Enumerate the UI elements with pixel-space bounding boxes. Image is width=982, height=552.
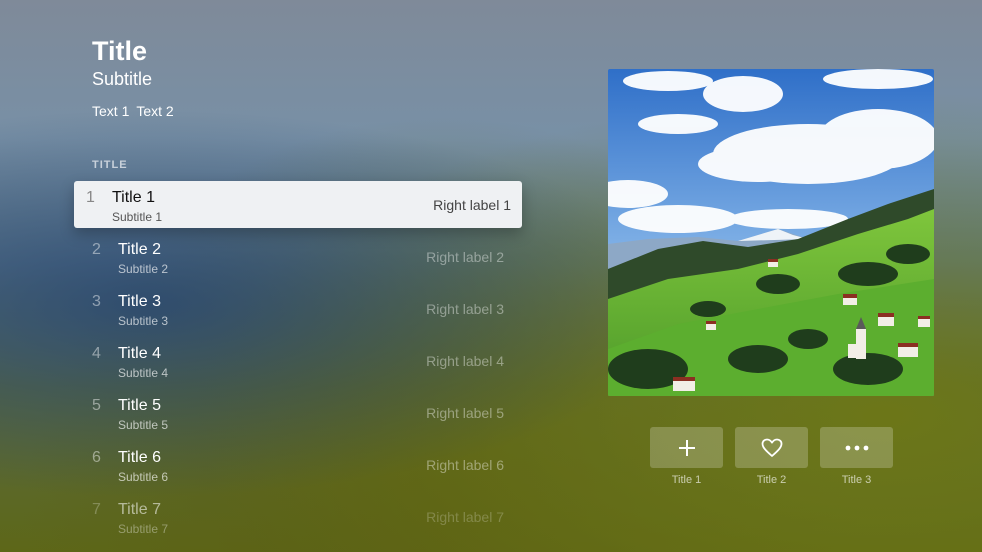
list-item-number: 2 [92, 241, 101, 258]
add-button[interactable] [650, 427, 723, 468]
favorite-button[interactable] [735, 427, 808, 468]
action-buttons: Title 1 Title 2 Title 3 [650, 427, 893, 486]
action-favorite: Title 2 [735, 427, 808, 486]
action-label: Title 1 [671, 474, 702, 486]
list-item-subtitle: Subtitle 4 [118, 366, 169, 380]
section-title: TITLE [92, 159, 128, 171]
list-item-subtitle: Subtitle 2 [118, 262, 169, 276]
list-item-title: Title 2 [118, 241, 161, 258]
list-item-subtitle: Subtitle 3 [118, 314, 169, 328]
action-label: Title 3 [841, 474, 872, 486]
header-texts: Text 1 Text 2 [92, 103, 174, 119]
plus-icon [678, 439, 695, 456]
list-item-4[interactable]: 4 Title 4 Subtitle 4 Right label 4 [74, 337, 522, 384]
list-item-3[interactable]: 3 Title 3 Subtitle 3 Right label 3 [74, 285, 522, 332]
action-label: Title 2 [756, 474, 787, 486]
list-item-number: 6 [92, 449, 101, 466]
list-item-right-label: Right label 2 [426, 249, 504, 265]
header-text-2: Text 2 [136, 103, 174, 119]
artwork-image [608, 69, 934, 396]
list-item-title: Title 1 [112, 189, 155, 206]
page-subtitle: Subtitle [92, 69, 153, 89]
header-text-1: Text 1 [92, 103, 130, 119]
list-item-right-label: Right label 3 [426, 301, 504, 317]
list-item-number: 1 [86, 189, 95, 206]
list-item-right-label: Right label 7 [426, 509, 504, 525]
list-item-number: 3 [92, 293, 101, 310]
list-item-5[interactable]: 5 Title 5 Subtitle 5 Right label 5 [74, 389, 522, 436]
action-add: Title 1 [650, 427, 723, 486]
list-item-subtitle: Subtitle 5 [118, 418, 169, 432]
list-item-subtitle: Subtitle 1 [112, 210, 163, 224]
page-title: Title [92, 36, 148, 66]
list-item-subtitle: Subtitle 7 [118, 522, 169, 536]
header: Title Subtitle Text 1 Text 2 [92, 36, 174, 119]
list-item-right-label: Right label 4 [426, 353, 504, 369]
list-item-subtitle: Subtitle 6 [118, 470, 169, 484]
list-item-1[interactable]: 1 Title 1 Subtitle 1 Right label 1 [74, 181, 522, 228]
list-item-number: 5 [92, 397, 101, 414]
action-more: Title 3 [820, 427, 893, 486]
list-item-number: 7 [92, 501, 101, 518]
list-item-right-label: Right label 6 [426, 457, 504, 473]
list-item-title: Title 7 [118, 501, 161, 518]
landscape-image [608, 69, 934, 396]
list-item-right-label: Right label 5 [426, 405, 504, 421]
heart-icon [761, 438, 782, 457]
more-button[interactable] [820, 427, 893, 468]
list-item-number: 4 [92, 345, 101, 362]
item-list: 1 Title 1 Subtitle 1 Right label 1 2 Tit… [74, 181, 522, 545]
list-item-title: Title 3 [118, 293, 161, 310]
list-item-title: Title 6 [118, 449, 161, 466]
list-item-title: Title 5 [118, 397, 161, 414]
list-item-6[interactable]: 6 Title 6 Subtitle 6 Right label 6 [74, 441, 522, 488]
list-item-7[interactable]: 7 Title 7 Subtitle 7 Right label 7 [74, 493, 522, 540]
list-item-right-label: Right label 1 [433, 197, 511, 213]
list-item-2[interactable]: 2 Title 2 Subtitle 2 Right label 2 [74, 233, 522, 280]
list-item-title: Title 4 [118, 345, 161, 362]
more-icon [845, 445, 868, 450]
